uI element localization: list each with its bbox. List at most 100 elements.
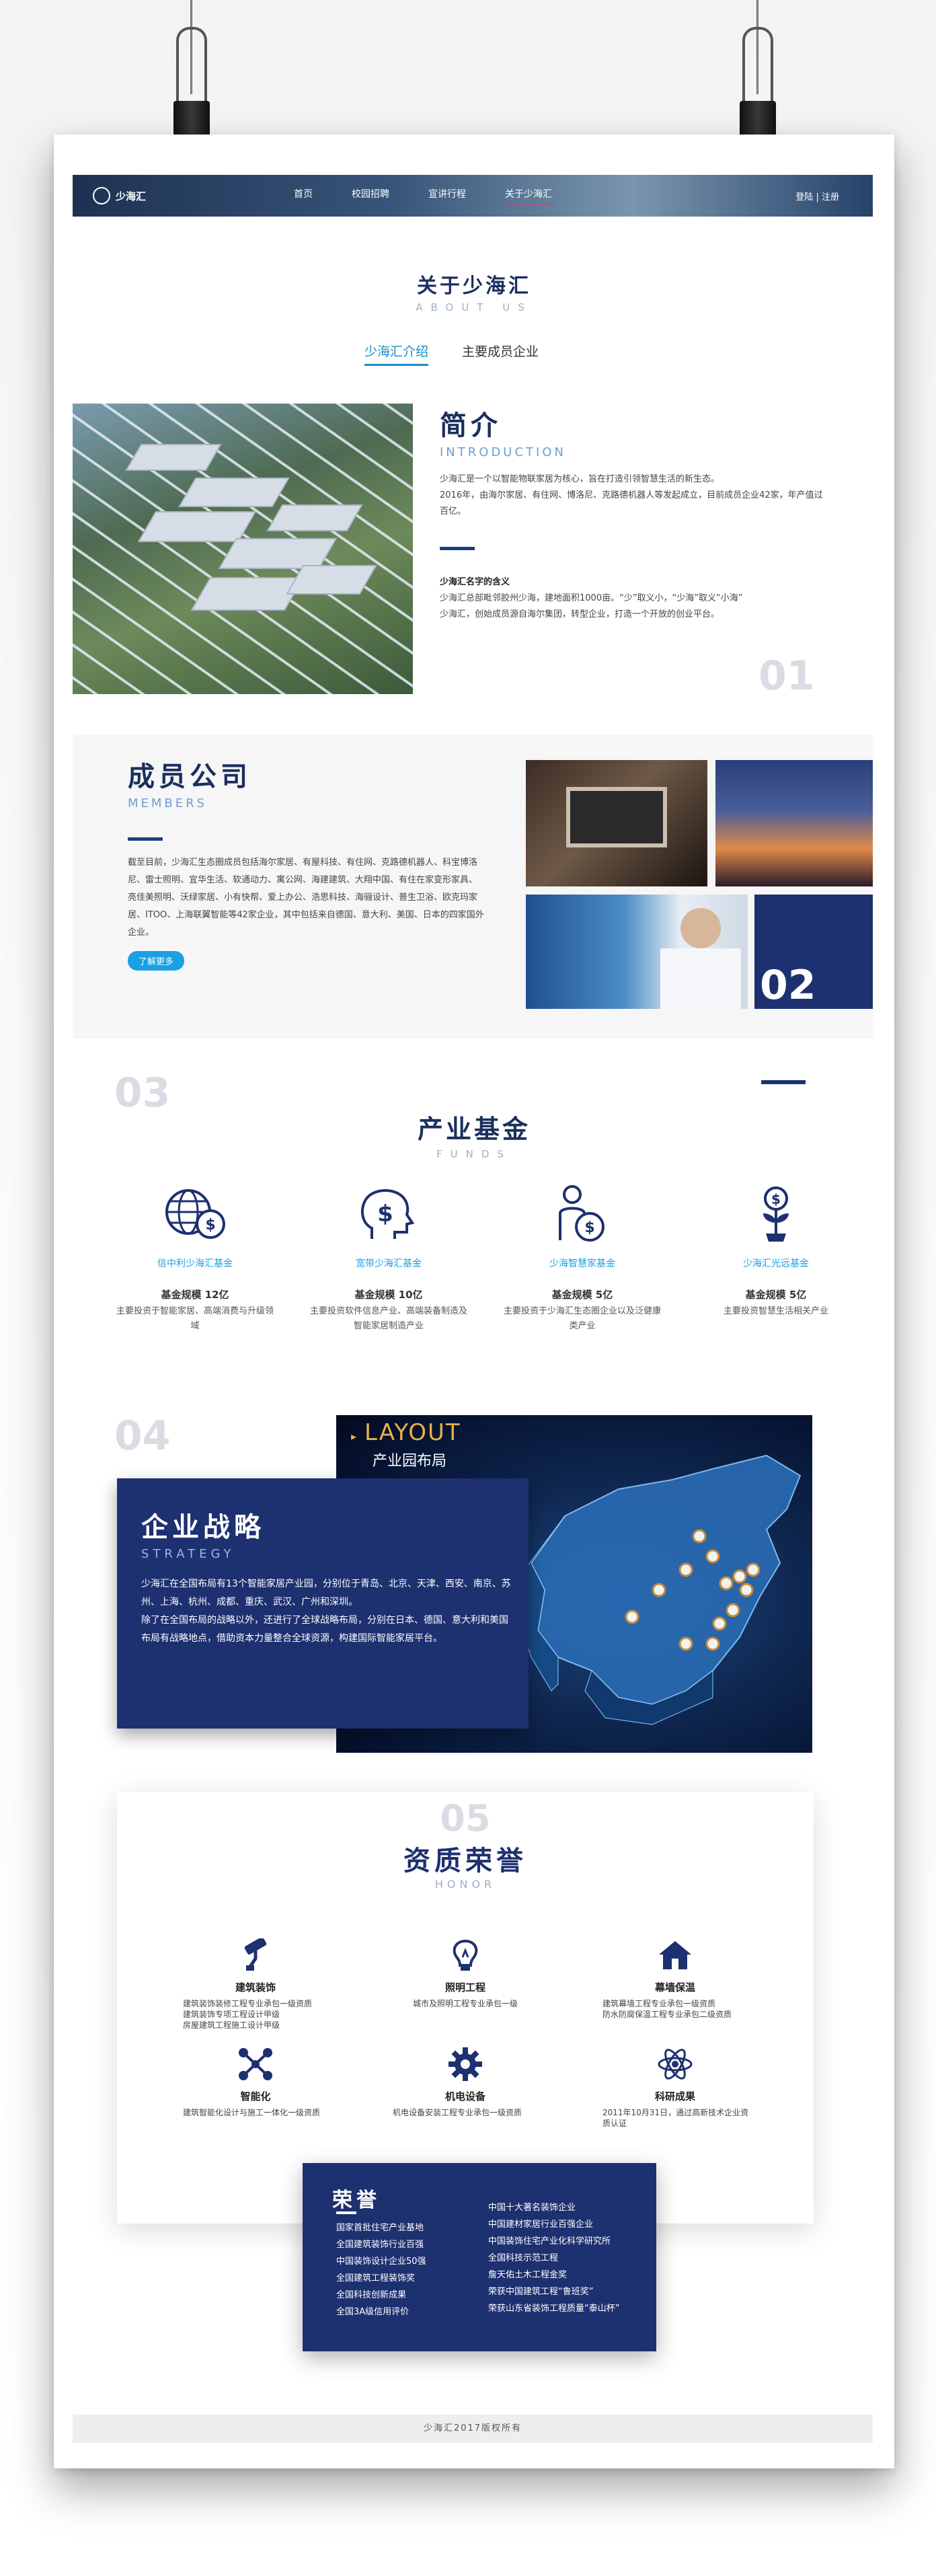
qualification-item: 智能化 建筑智能化设计与施工一体化一级资质 [175,2047,336,2118]
atom-icon [658,2049,693,2080]
section-number-01: 01 [758,652,815,699]
honor-entry: 詹天佑土木工程金奖 [488,2270,568,2280]
intro-paragraph-2: 2016年，由海尔家居、有住网、博洛尼、克路德机器人等发起成立，目前成员企业42… [440,490,823,517]
learn-more-button[interactable]: 了解更多 [128,951,185,971]
qualification-heading: 资质荣誉 HONOR [117,1839,814,1891]
qualification-name: 建筑装饰 [235,1981,276,1994]
honor-entry: 中国装饰设计企业50强 [336,2257,426,2267]
qualification-detail: 建筑幕墙工程专业承包一级资质 防水防腐保温工程专业承包二级资质 [602,1999,732,2019]
qualification-item: 科研成果 2011年10月31日，通过高新技术企业资质认证 [594,2047,756,2129]
funds-accent-bar [761,1080,806,1084]
funds-title: 产业基金 [417,1114,531,1144]
qualification-item: 机电设备 机电设备安装工程专业承包一级资质 [385,2047,546,2118]
strategy-paragraph-2: 除了在全国布局的战略以外，还进行了全球战略布局，分别在日本、德国、意大利和美国布… [141,1615,508,1644]
honor-entry: 全国科技创新成果 [336,2290,407,2300]
qualification-detail: 建筑装饰装修工程专业承包一级资质 建筑装饰专项工程设计甲级 房屋建筑工程施工设计甲级 [183,1999,313,2030]
qualification-detail: 建筑智能化设计与施工一体化一级资质 [183,2108,321,2117]
about-tabs: 少海汇介绍 主要成员企业 [364,342,539,366]
name-meaning-paragraph-2: 少海汇，创始成员源自海尔集团，转型企业，打造一个开放的创业平台。 [440,609,720,619]
strategy-subtitle: STRATEGY [141,1547,235,1561]
qualification-item: 幕墙保温 建筑幕墙工程专业承包一级资质 防水防腐保温工程专业承包二级资质 [594,1938,756,2020]
about-subtitle: ABOUT US [416,301,533,313]
members-section: 成员公司 MEMBERS 截至目前，少海汇生态圈成员包括海尔家居、有屋科技、有住… [73,734,873,1038]
fund-scale: 基金规模 5亿 [551,1289,613,1301]
qualification-name: 智能化 [240,2090,271,2103]
intro-paragraph-1: 少海汇是一个以智能物联家居为核心，旨在打造引领智慧生活的新生态。 [440,474,720,484]
brand-logo[interactable]: 少海汇 [93,187,146,204]
qualification-name: 机电设备 [444,2090,485,2103]
funds-subtitle: FUNDS [436,1148,512,1160]
honor-entry: 国家首批住宅产业基地 [336,2223,424,2233]
plant-dollar-icon: $ [763,1186,789,1242]
intro-title: 简介 [440,410,502,441]
strategy-title: 企业战略 [141,1511,265,1543]
nav-link-schedule[interactable]: 宣讲行程 [428,187,466,204]
top-nav-bar: 少海汇 首页 校园招聘 宣讲行程 关于少海汇 登陆 | 注册 [73,175,873,217]
qualification-item: 照明工程 城市及照明工程专业承包一级 [385,1938,546,2009]
section-number-05: 05 [440,1797,491,1840]
fund-name: 宽带少海汇基金 [356,1258,422,1269]
honor-list-right: 中国十大著名装饰企业 中国建材家居行业百强企业 中国装饰住宅产业化科学研究所 全… [488,2199,619,2317]
auth-divider: | [816,192,819,202]
poster-sheet: 少海汇 首页 校园招聘 宣讲行程 关于少海汇 登陆 | 注册 关于少海汇 ABO… [54,135,894,2468]
honor-divider-bar [336,2211,356,2214]
fund-name: 信中利少海汇基金 [157,1258,233,1269]
fund-description: 主要投资智慧生活相关产业 [723,1306,828,1316]
honor-entry: 荣获中国建筑工程“鲁班奖” [488,2287,594,2297]
honor-title: 荣誉 [332,2189,381,2212]
fund-item[interactable]: $ 宽带少海汇基金 基金规模 10亿 主要投资软件信息产业、高端装备制造及智能家… [308,1184,469,1334]
strategy-paragraph-1: 少海汇在全国布局有13个智能家居产业园，分别位于青岛、北京、天津、西安、南京、苏… [141,1579,511,1607]
number-tile-02: 02 [754,895,873,1009]
person-dollar-icon: $ [559,1185,604,1242]
about-heading: 关于少海汇 ABOUT US [54,269,894,313]
section-number-04: 04 [114,1412,171,1460]
strategy-paragraphs: 少海汇在全国布局有13个智能家居产业园，分别位于青岛、北京、天津、西安、南京、苏… [141,1575,511,1648]
members-subtitle: MEMBERS [128,796,208,810]
fund-description: 主要投资软件信息产业、高端装备制造及智能家居制造产业 [309,1306,467,1331]
qualification-detail: 城市及照明工程专业承包一级 [412,1999,518,2008]
funds-heading: 产业基金 FUNDS [54,1108,894,1160]
honor-entry: 全国建筑装饰行业百强 [336,2240,424,2250]
fund-description: 主要投资于智能家居、高端消费与升级领域 [116,1306,274,1331]
section-number-02: 02 [760,962,816,1009]
head-dollar-icon: $ [360,1189,415,1239]
paint-roller-icon [244,1937,267,1971]
doctor-tech-photo [526,895,748,1009]
name-meaning-paragraph-1: 少海汇总部毗邻胶州少海，建地面积1000亩。“少”取义小，“少海”取义“小海” [440,593,743,603]
tab-intro[interactable]: 少海汇介绍 [364,342,429,366]
intro-divider-bar [440,547,475,550]
honor-entry: 全国科技示范工程 [488,2253,559,2263]
footer-copyright: 少海汇2017版权所有 [73,2415,873,2443]
fund-description: 主要投资于少海汇生态圈企业以及泛健康类产业 [503,1306,661,1331]
nav-link-about[interactable]: 关于少海汇 [505,187,553,204]
auth-links: 登陆 | 注册 [795,190,839,202]
login-link[interactable]: 登陆 [795,192,813,202]
members-title: 成员公司 [128,761,251,792]
fund-item[interactable]: $ 少海汇光远基金 基金规模 5亿 主要投资智慧生活相关产业 [695,1184,857,1319]
strategy-card: 企业战略 STRATEGY 少海汇在全国布局有13个智能家居产业园，分别位于青岛… [117,1478,529,1729]
fund-item[interactable]: $ 少海智慧家基金 基金规模 5亿 主要投资于少海汇生态圈企业以及泛健康类产业 [502,1184,663,1334]
fund-item[interactable]: $ 信中利少海汇基金 基金规模 12亿 主要投资于智能家居、高端消费与升级领域 [114,1184,276,1334]
qualification-detail: 机电设备安装工程专业承包一级资质 [393,2108,522,2117]
qualification-detail: 2011年10月31日，通过高新技术企业资质认证 [602,2108,749,2128]
svg-text:$: $ [771,1191,781,1207]
fund-scale: 基金规模 10亿 [354,1289,423,1301]
svg-text:$: $ [377,1201,393,1227]
fund-scale: 基金规模 5亿 [745,1289,807,1301]
house-icon [659,1941,691,1969]
qualification-name: 幕墙保温 [654,1981,695,1994]
qualification-name: 照明工程 [444,1981,485,1994]
honor-entry: 中国建材家居行业百强企业 [488,2220,594,2230]
fund-name: 少海智慧家基金 [549,1258,615,1269]
qualification-title: 资质荣誉 [403,1845,527,1877]
fund-scale: 基金规模 12亿 [161,1289,229,1301]
nav-link-campus-recruit[interactable]: 校园招聘 [352,187,389,204]
tab-members[interactable]: 主要成员企业 [462,342,539,366]
fund-name: 少海汇光远基金 [743,1258,809,1269]
light-bulb-icon [453,1939,478,1971]
city-night-photo [715,760,873,886]
members-divider-bar [128,837,163,841]
nav-link-home[interactable]: 首页 [294,187,313,204]
register-link[interactable]: 注册 [822,192,839,202]
gear-icon [448,2047,482,2081]
